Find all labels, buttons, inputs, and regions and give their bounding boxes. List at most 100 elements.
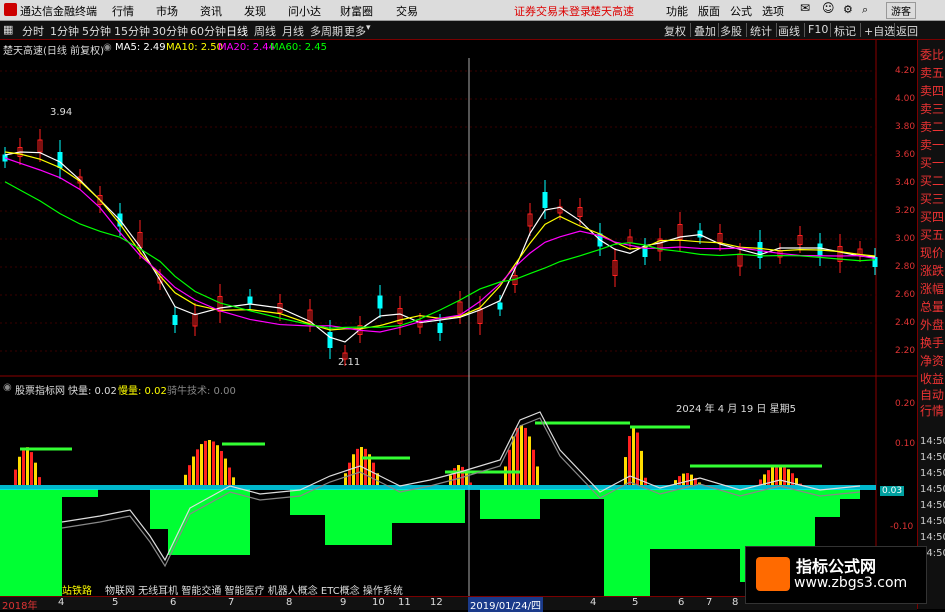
indicator-title: 股票指标网 <box>15 386 65 397</box>
sidebar-item[interactable]: 自动 <box>920 386 944 403</box>
period-daily[interactable]: 日线 <box>226 23 248 39</box>
kline-chart[interactable] <box>0 40 917 596</box>
menu-item-wealth[interactable]: 财富圈 <box>340 3 373 19</box>
menu-item-quotes[interactable]: 行情 <box>112 3 134 19</box>
menu-options[interactable]: 选项 <box>762 3 784 19</box>
btn-overlay[interactable]: 叠加 <box>694 23 716 39</box>
indicator-toggle-icon[interactable]: ◉ <box>3 382 12 393</box>
sidebar-item[interactable]: 涨幅 <box>920 280 944 297</box>
ma10-label: MA10: 2.50 <box>166 42 224 53</box>
sidebar-item[interactable]: 外盘 <box>920 316 944 333</box>
menu-item-market[interactable]: 市场 <box>156 3 178 19</box>
y-tick: 3.00 <box>895 234 916 244</box>
period-minute[interactable]: 分时 <box>22 23 44 39</box>
sidebar-item[interactable]: 卖一 <box>920 136 944 153</box>
sidebar-item[interactable]: 涨跌 <box>920 262 944 279</box>
menu-function[interactable]: 功能 <box>666 3 688 19</box>
positive-volume-bar <box>461 466 464 485</box>
btn-adjust[interactable]: 复权 <box>664 23 686 39</box>
sidebar-item[interactable]: 委比 <box>920 46 944 63</box>
sidebar-item[interactable]: 买五 <box>920 226 944 243</box>
positive-volume-bar <box>686 473 689 485</box>
sidebar-item[interactable]: 行情 <box>920 402 944 419</box>
quote-sidebar: 委比 卖五 卖四 卖三 卖二 卖一 买一 买二 买三 买四 买五 现价 涨跌 涨… <box>917 40 945 609</box>
btn-add-watchlist[interactable]: +自选 <box>864 23 895 39</box>
positive-volume-bar <box>38 477 41 485</box>
candle-body <box>327 332 333 348</box>
high-price-label: 3.94 <box>50 107 73 118</box>
guest-button[interactable]: 游客 <box>886 2 916 19</box>
sidebar-item[interactable]: 买一 <box>920 154 944 171</box>
period-1min[interactable]: 1分钟 <box>50 23 79 39</box>
sidebar-item[interactable]: 卖四 <box>920 82 944 99</box>
sidebar-item[interactable]: 卖二 <box>920 118 944 135</box>
login-alert[interactable]: 证券交易未登录 <box>514 3 591 19</box>
period-monthly[interactable]: 月线 <box>282 23 304 39</box>
indicator-toggle-icon[interactable]: ◉ <box>103 42 112 53</box>
negative-volume-bar <box>62 489 98 497</box>
sidebar-item[interactable]: 净资 <box>920 352 944 369</box>
sidebar-item[interactable]: 买三 <box>920 190 944 207</box>
time-axis-label: 10 <box>372 597 385 608</box>
btn-mark[interactable]: 标记 <box>834 23 856 39</box>
chevron-down-icon[interactable]: ▾ <box>366 23 371 33</box>
sidebar-item[interactable]: 换手 <box>920 334 944 351</box>
sidebar-item[interactable]: 卖五 <box>920 64 944 81</box>
period-5min[interactable]: 5分钟 <box>82 23 111 39</box>
sidebar-item[interactable]: 现价 <box>920 244 944 261</box>
message-icon[interactable]: ✉ <box>800 1 810 15</box>
period-multi[interactable]: 多周期 <box>310 23 343 39</box>
user-icon[interactable]: ☺ <box>822 1 835 15</box>
positive-volume-bar <box>212 441 215 485</box>
btn-stats[interactable]: 统计 <box>750 23 772 39</box>
btn-draw[interactable]: 画线 <box>778 23 800 39</box>
time-tick: 14:50 <box>920 516 945 527</box>
sidebar-item[interactable]: 收益 <box>920 370 944 387</box>
concept-tags: 物联网 无线耳机 智能交通 智能医疗 机器人概念 ETC概念 操作系统 <box>105 586 403 597</box>
y-tick: 3.40 <box>895 178 916 188</box>
period-30min[interactable]: 30分钟 <box>152 23 188 39</box>
sidebar-item[interactable]: 买二 <box>920 172 944 189</box>
positive-volume-bar <box>512 436 515 485</box>
ma60-label: MA60: 2.45 <box>270 42 328 53</box>
app-logo-icon <box>4 3 17 16</box>
positive-volume-bar <box>783 466 786 485</box>
btn-multi-stock[interactable]: 多股 <box>720 23 742 39</box>
menu-item-news[interactable]: 资讯 <box>200 3 222 19</box>
divider <box>746 23 747 37</box>
menu-item-discover[interactable]: 发现 <box>244 3 266 19</box>
positive-volume-bar <box>184 474 187 485</box>
period-60min[interactable]: 60分钟 <box>190 23 226 39</box>
settings-icon[interactable]: ⚙ <box>843 3 853 16</box>
period-weekly[interactable]: 周线 <box>254 23 276 39</box>
low-price-label: 2.11 <box>338 357 361 368</box>
time-axis-label: 6 <box>170 597 177 608</box>
negative-volume-bar <box>815 489 840 517</box>
positive-volume-bar <box>200 444 203 485</box>
menu-item-trade[interactable]: 交易 <box>396 3 418 19</box>
menu-item-assistant[interactable]: 问小达 <box>288 3 321 19</box>
time-axis-label: 7 <box>706 597 713 608</box>
chart-type-icon[interactable]: ▦ <box>3 23 13 36</box>
time-axis-label: 2018年 <box>2 601 38 612</box>
sidebar-item[interactable]: 总量 <box>920 298 944 315</box>
menu-layout[interactable]: 版面 <box>698 3 720 19</box>
negative-volume-bar <box>325 489 392 545</box>
sidebar-item[interactable]: 买四 <box>920 208 944 225</box>
search-icon[interactable]: ⌕ <box>862 3 868 17</box>
period-more[interactable]: 更多 <box>344 23 366 39</box>
menu-formula[interactable]: 公式 <box>730 3 752 19</box>
time-axis-label: 9 <box>340 597 347 608</box>
btn-back[interactable]: 返回 <box>896 23 918 39</box>
negative-volume-bar <box>392 489 465 523</box>
positive-volume-bar <box>457 465 460 485</box>
period-15min[interactable]: 15分钟 <box>114 23 150 39</box>
btn-f10[interactable]: F10 <box>808 23 828 36</box>
date-note: 2024 年 4 月 19 日 星期5 <box>676 404 796 415</box>
ma5-label: MA5: 2.49 <box>115 42 166 53</box>
sidebar-item[interactable]: 卖三 <box>920 100 944 117</box>
ma20-label: MA20: 2.44 <box>218 42 276 53</box>
positive-volume-bar <box>18 456 21 485</box>
time-axis-label: 4 <box>590 597 597 608</box>
positive-volume-bar <box>779 465 782 485</box>
